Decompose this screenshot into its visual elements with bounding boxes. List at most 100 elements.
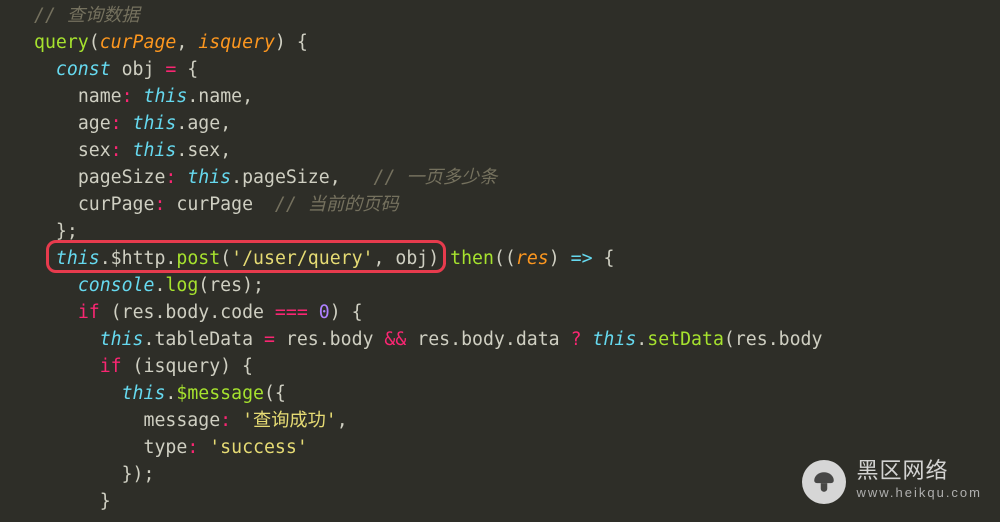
code-token: .sex, bbox=[176, 140, 231, 161]
code-token: } bbox=[100, 491, 111, 512]
code-token: pageSize bbox=[78, 167, 166, 188]
code-token: => bbox=[571, 248, 593, 269]
code-token: age bbox=[78, 113, 111, 134]
code-token: ) { bbox=[275, 32, 308, 53]
code-token: type bbox=[144, 437, 188, 458]
code-token: : bbox=[122, 86, 133, 107]
code-token: ) bbox=[549, 248, 571, 269]
code-token: .age, bbox=[176, 113, 231, 134]
code-token: res.body.data bbox=[406, 329, 570, 350]
code-token: query bbox=[34, 32, 89, 53]
code-token bbox=[198, 437, 209, 458]
code-token: this bbox=[122, 383, 166, 404]
code-token: curPage bbox=[78, 194, 155, 215]
code-token: : bbox=[111, 140, 122, 161]
code-token bbox=[231, 410, 242, 431]
code-token: ( bbox=[89, 32, 100, 53]
code-line: name: this.name, bbox=[34, 83, 822, 110]
code-token bbox=[133, 86, 144, 107]
code-line: if (isquery) { bbox=[34, 353, 822, 380]
code-token: this bbox=[100, 329, 144, 350]
code-token: : bbox=[165, 167, 176, 188]
code-token: = bbox=[165, 59, 176, 80]
code-token: obj bbox=[111, 59, 166, 80]
code-token: '查询成功' bbox=[242, 410, 337, 431]
code-token: res.body bbox=[275, 329, 385, 350]
code-token: = bbox=[264, 329, 275, 350]
code-token: name bbox=[78, 86, 122, 107]
code-token: message bbox=[144, 410, 221, 431]
code-token: // 当前的页码 bbox=[275, 194, 399, 215]
code-token: , bbox=[176, 32, 198, 53]
code-line: if (res.body.code === 0) { bbox=[34, 299, 822, 326]
code-line: }); bbox=[34, 461, 822, 488]
code-token: const bbox=[56, 59, 111, 80]
code-token: 0 bbox=[319, 302, 330, 323]
code-token: .name, bbox=[187, 86, 253, 107]
code-token: { bbox=[593, 248, 615, 269]
code-token: if bbox=[100, 356, 122, 377]
watermark-title: 黑区网络 bbox=[856, 458, 948, 483]
code-token: 'success' bbox=[209, 437, 308, 458]
code-token: this bbox=[133, 113, 177, 134]
code-token: log bbox=[165, 275, 198, 296]
code-token: { bbox=[176, 59, 198, 80]
code-token: : bbox=[111, 113, 122, 134]
code-line: console.log(res); bbox=[34, 272, 822, 299]
code-token: . bbox=[165, 383, 176, 404]
code-token bbox=[122, 140, 133, 161]
code-token: . bbox=[636, 329, 647, 350]
code-token: .tableData bbox=[144, 329, 264, 350]
code-token: this bbox=[187, 167, 231, 188]
code-token: ( bbox=[220, 248, 231, 269]
code-token: , obj). bbox=[374, 248, 451, 269]
code-token: (isquery) { bbox=[122, 356, 253, 377]
code-token: }; bbox=[56, 221, 78, 242]
code-token: }); bbox=[122, 464, 155, 485]
code-token: . bbox=[154, 275, 165, 296]
code-token: (res); bbox=[198, 275, 264, 296]
code-token: .pageSize, bbox=[231, 167, 373, 188]
code-line: curPage: curPage // 当前的页码 bbox=[34, 191, 822, 218]
code-token: : bbox=[187, 437, 198, 458]
code-token: post bbox=[176, 248, 220, 269]
code-token: console bbox=[78, 275, 155, 296]
watermark: 黑区网络 www.heikqu.com bbox=[802, 460, 982, 504]
code-line: type: 'success' bbox=[34, 434, 822, 461]
code-token: : bbox=[154, 194, 165, 215]
code-line: pageSize: this.pageSize, // 一页多少条 bbox=[34, 164, 822, 191]
code-token: ? bbox=[571, 329, 582, 350]
code-token: sex bbox=[78, 140, 111, 161]
code-token: ({ bbox=[264, 383, 286, 404]
code-token: this bbox=[144, 86, 188, 107]
code-line: }; bbox=[34, 218, 822, 245]
code-token: && bbox=[384, 329, 406, 350]
code-token: , bbox=[337, 410, 348, 431]
code-line: } bbox=[34, 488, 822, 515]
code-token: curPage bbox=[165, 194, 275, 215]
code-token: (res.body.code bbox=[100, 302, 275, 323]
code-line: age: this.age, bbox=[34, 110, 822, 137]
code-token: '/user/query' bbox=[231, 248, 373, 269]
code-line: this.tableData = res.body && res.body.da… bbox=[34, 326, 822, 353]
code-line: message: '查询成功', bbox=[34, 407, 822, 434]
code-token: // 查询数据 bbox=[34, 5, 140, 26]
code-token: // 一页多少条 bbox=[374, 167, 498, 188]
code-token: === bbox=[275, 302, 308, 323]
code-block: // 查询数据query(curPage, isquery) { const o… bbox=[34, 2, 822, 515]
code-token: this bbox=[592, 329, 636, 350]
code-line: this.$http.post('/user/query', obj).then… bbox=[34, 245, 822, 272]
code-token: this bbox=[56, 248, 100, 269]
code-token bbox=[176, 167, 187, 188]
code-line: // 查询数据 bbox=[34, 2, 822, 29]
code-token bbox=[582, 329, 593, 350]
code-token: .$http. bbox=[100, 248, 177, 269]
code-line: const obj = { bbox=[34, 56, 822, 83]
code-token: (res.body bbox=[724, 329, 823, 350]
code-token: (( bbox=[494, 248, 516, 269]
code-token: setData bbox=[647, 329, 724, 350]
code-token: this bbox=[133, 140, 177, 161]
watermark-sub: www.heikqu.com bbox=[856, 482, 982, 504]
code-token: $message bbox=[176, 383, 264, 404]
code-token: if bbox=[78, 302, 100, 323]
